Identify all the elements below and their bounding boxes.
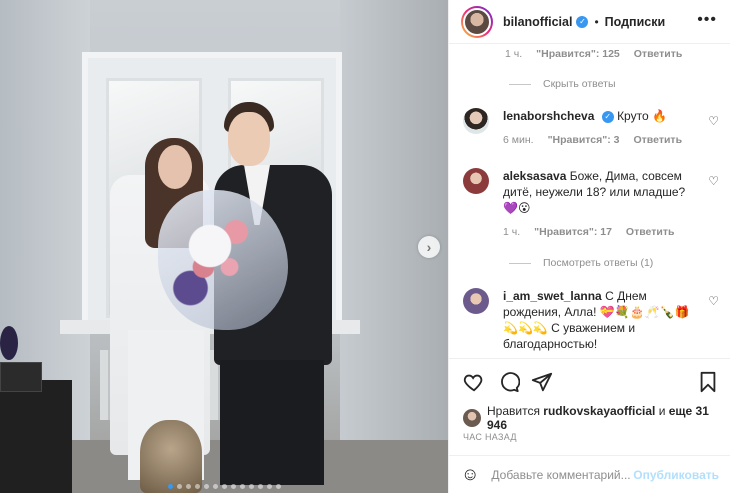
- carousel-dot: [222, 484, 227, 489]
- carousel-dot: [276, 484, 281, 489]
- comment-reply-button[interactable]: Ответить: [634, 132, 683, 148]
- carousel-dot: [231, 484, 236, 489]
- bookmark-icon[interactable]: [697, 371, 719, 393]
- post-header: bilanofficial ✓ • Подписки •••: [449, 0, 730, 44]
- comment-body: i_am_swet_lanna С Днем рождения, Алла! 💝…: [503, 288, 693, 352]
- commenter-avatar[interactable]: [463, 108, 489, 134]
- chevron-right-icon: ›: [426, 239, 432, 255]
- carousel-dot: [168, 484, 173, 489]
- comment-item: aleksasava Боже, Дима, совсем дитё, неуж…: [463, 168, 721, 240]
- likes-conjunction: и: [658, 404, 666, 418]
- comment-likes[interactable]: "Нравится": 3: [548, 132, 620, 148]
- verified-badge-icon: ✓: [576, 15, 589, 28]
- photo-shelf: [0, 380, 72, 493]
- photo-speaker: [0, 362, 42, 392]
- commenter-avatar[interactable]: [463, 288, 489, 314]
- header-separator: •: [594, 14, 599, 29]
- carousel-dot: [195, 484, 200, 489]
- carousel-dot: [258, 484, 263, 489]
- divider: [509, 262, 531, 264]
- comment-reply-button[interactable]: Ответить: [634, 48, 683, 60]
- comment-time[interactable]: 1 ч.: [503, 224, 520, 240]
- comment-meta: 6 мин. "Нравится": 3 Ответить: [503, 132, 693, 148]
- photo-plant: [0, 326, 18, 360]
- comment-bubble-icon[interactable]: [498, 371, 520, 393]
- likes-summary-text: Нравится rudkovskayaofficial и еще 31 94…: [487, 404, 730, 432]
- hide-replies-label: Скрыть ответы: [543, 78, 616, 90]
- liker-username[interactable]: rudkovskayaofficial: [543, 404, 655, 418]
- commenter-avatar[interactable]: [463, 168, 489, 194]
- comment-likes[interactable]: "Нравится": 125: [536, 48, 620, 60]
- comment-text: Круто 🔥: [617, 109, 667, 123]
- carousel-dot: [213, 484, 218, 489]
- comment-meta: 1 ч. "Нравится": 17 Ответить: [503, 224, 693, 240]
- following-button[interactable]: Подписки: [605, 15, 666, 29]
- carousel-dot: [249, 484, 254, 489]
- comment-reply-button[interactable]: Ответить: [626, 224, 675, 240]
- likes-prefix: Нравится: [487, 404, 540, 418]
- show-replies-button[interactable]: Посмотреть ответы (1): [509, 257, 653, 269]
- comment-likes[interactable]: "Нравится": 17: [534, 224, 612, 240]
- liker-avatar[interactable]: [463, 409, 481, 427]
- post-action-bar: [449, 358, 730, 402]
- carousel-dot: [204, 484, 209, 489]
- carousel-dot: [177, 484, 182, 489]
- likes-summary: Нравится rudkovskayaofficial и еще 31 94…: [463, 404, 730, 432]
- post-photo[interactable]: ›: [0, 0, 448, 493]
- post-timestamp[interactable]: ЧАС НАЗАД: [463, 432, 517, 442]
- more-options-icon[interactable]: •••: [697, 11, 717, 29]
- show-replies-label: Посмотреть ответы (1): [543, 257, 654, 269]
- heart-icon[interactable]: ♡: [708, 174, 719, 188]
- publish-button[interactable]: Опубликовать: [633, 468, 719, 482]
- carousel-next-button[interactable]: ›: [418, 236, 440, 258]
- comment-meta: 1 ч. "Нравится": 125 Ответить: [505, 48, 682, 60]
- photo-owl-figurine: [140, 420, 202, 493]
- carousel-dot: [267, 484, 272, 489]
- hide-replies-button[interactable]: Скрыть ответы: [509, 78, 616, 90]
- carousel-dot: [186, 484, 191, 489]
- commenter-username[interactable]: i_am_swet_lanna: [503, 289, 602, 303]
- comment-body: lenaborshcheva ✓ Круто 🔥 6 мин. "Нравитс…: [503, 108, 693, 148]
- comment-input[interactable]: Добавьте комментарий...: [491, 468, 633, 482]
- verified-badge-icon: ✓: [601, 110, 614, 123]
- commenter-username[interactable]: lenaborshcheva: [503, 109, 594, 123]
- heart-icon[interactable]: ♡: [708, 294, 719, 308]
- emoji-smiley-icon[interactable]: ☺: [461, 464, 479, 485]
- divider: [509, 83, 531, 85]
- heart-icon[interactable]: ♡: [708, 114, 719, 128]
- comment-time[interactable]: 6 мин.: [503, 132, 534, 148]
- author-avatar[interactable]: [461, 5, 493, 38]
- like-heart-icon[interactable]: [463, 371, 485, 393]
- author-username[interactable]: bilanofficial: [503, 15, 572, 29]
- commenter-username[interactable]: aleksasava: [503, 169, 566, 183]
- comment-item: lenaborshcheva ✓ Круто 🔥 6 мин. "Нравитс…: [463, 108, 721, 148]
- carousel-dot: [240, 484, 245, 489]
- carousel-dots: [168, 484, 281, 489]
- comment-body: aleksasava Боже, Дима, совсем дитё, неуж…: [503, 168, 693, 240]
- comment-time[interactable]: 1 ч.: [505, 48, 522, 60]
- add-comment-bar: ☺ Добавьте комментарий... Опубликовать: [449, 455, 730, 493]
- share-send-icon[interactable]: [531, 371, 553, 393]
- comment-item: i_am_swet_lanna С Днем рождения, Алла! 💝…: [463, 288, 721, 352]
- post-side-panel: bilanofficial ✓ • Подписки ••• 1 ч. "Нра…: [448, 0, 730, 493]
